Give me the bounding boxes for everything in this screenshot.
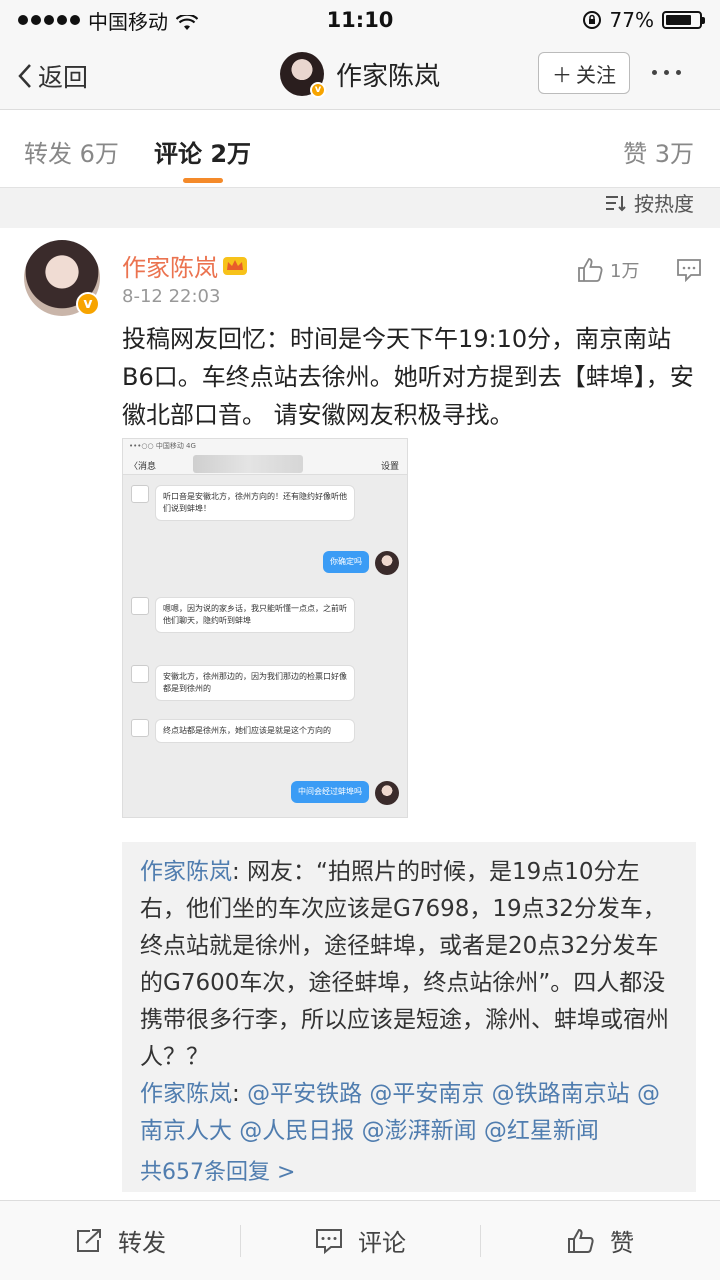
back-button[interactable]: 返回 — [18, 58, 88, 94]
nav-profile[interactable]: v 作家陈岚 — [280, 52, 441, 98]
wifi-icon — [175, 12, 199, 30]
chat-bubble: 嗯嗯，因为说的家乡话，我只能听懂一点点，之前听他们聊天，隐约听到蚌埠 — [155, 597, 355, 633]
rotation-lock-icon — [582, 11, 601, 29]
blurred-contact-name — [193, 455, 303, 473]
repost-button[interactable]: 转发 — [0, 1201, 240, 1280]
repost-icon — [77, 1228, 101, 1252]
chat-message: 安徽北方，徐州那边的，因为我们那边的检票口好像都是到徐州的 — [131, 665, 355, 701]
status-bar: 中国移动 11:10 77% — [0, 0, 720, 40]
chat-message: 嗯嗯，因为说的家乡话，我只能听懂一点点，之前听他们聊天，隐约听到蚌埠 — [131, 597, 355, 633]
chevron-left-icon — [18, 64, 31, 88]
tab-comment[interactable]: 评论 2万 — [154, 134, 251, 169]
battery-percent: 77% — [609, 8, 654, 32]
back-label: 返回 — [38, 63, 89, 92]
chat-avatar — [375, 781, 399, 805]
chat-message: 听口音是安徽北方，徐州方向的！还有隐约好像听他们说到蚌埠！ — [131, 485, 355, 521]
chat-bubble: 听口音是安徽北方，徐州方向的！还有隐约好像听他们说到蚌埠！ — [155, 485, 355, 521]
follow-label: 关注 — [576, 62, 616, 87]
chat-bubble: 终点站都是徐州东，她们应该是就是这个方向的 — [155, 719, 355, 743]
more-options-icon[interactable] — [652, 70, 681, 75]
reply-author[interactable]: 作家陈岚 — [140, 859, 232, 885]
comment-icon — [316, 1228, 342, 1254]
tab-like[interactable]: 赞 3万 — [623, 134, 694, 169]
chat-avatar — [131, 665, 149, 683]
chat-bubble: 安徽北方，徐州那边的，因为我们那边的检票口好像都是到徐州的 — [155, 665, 355, 701]
commenter-name[interactable]: 作家陈岚 — [122, 248, 248, 283]
reply-item: 作家陈岚: @平安铁路 @平安南京 @铁路南京站 @南京人大 @人民日报 @澎湃… — [140, 1076, 678, 1150]
commenter-name-text: 作家陈岚 — [122, 254, 218, 282]
chat-bubble: 你确定吗 — [323, 551, 369, 573]
chat-message: 中间会经过蚌埠吗 — [291, 781, 399, 805]
battery-icon — [662, 11, 705, 29]
chat-bubble: 中间会经过蚌埠吗 — [291, 781, 369, 803]
page-title: 作家陈岚 — [336, 61, 441, 92]
like-label: 赞 — [610, 1229, 634, 1257]
status-time: 11:10 — [326, 8, 394, 32]
comment-text: 投稿网友回忆：时间是今天下午19:10分，南京南站B6口。车终点站去徐州。她听对… — [122, 325, 694, 429]
signal-icon — [18, 15, 80, 25]
reply-icon[interactable] — [676, 258, 702, 282]
weibo-comment-page: 中国移动 11:10 77% 返回 v 作家陈岚 ＋ 关注 转发 6万 评论 2… — [0, 0, 720, 1280]
chat-avatar — [131, 719, 149, 737]
sort-icon — [606, 195, 626, 211]
sort-row: 按热度 — [0, 188, 720, 228]
reply-thread[interactable]: 作家陈岚: 网友：“拍照片的时候，是19点10分左右，他们坐的车次应该是G769… — [122, 842, 696, 1192]
comment-button[interactable]: 评论 — [240, 1201, 480, 1280]
chat-message: 终点站都是徐州东，她们应该是就是这个方向的 — [131, 719, 355, 743]
thumbs-up-icon — [578, 258, 603, 282]
chat-avatar — [131, 597, 149, 615]
reply-text: : 网友：“拍照片的时候，是19点10分左右，他们坐的车次应该是G7698，19… — [140, 859, 669, 1070]
like-button[interactable]: 赞 — [480, 1201, 720, 1280]
reply-author[interactable]: 作家陈岚 — [140, 1081, 232, 1107]
chat-body: 听口音是安徽北方，徐州方向的！还有隐约好像听他们说到蚌埠！ 你确定吗 嗯嗯，因为… — [123, 475, 407, 817]
plus-icon: ＋ — [552, 62, 572, 87]
tab-bar: 转发 6万 评论 2万 赞 3万 — [0, 110, 720, 188]
tab-repost[interactable]: 转发 6万 — [24, 134, 119, 169]
avatar: v — [280, 52, 326, 98]
chat-avatar — [131, 485, 149, 503]
chat-nav-bar: 〈消息 设置 — [123, 453, 407, 475]
carrier-name: 中国移动 — [88, 9, 168, 34]
crown-icon — [223, 256, 247, 275]
repost-label: 转发 — [118, 1229, 166, 1257]
sort-by-hot-button[interactable]: 按热度 — [604, 188, 694, 217]
more-replies-link[interactable]: 共657条回复 > — [140, 1154, 678, 1186]
verified-badge-icon: v — [310, 82, 326, 98]
follow-button[interactable]: ＋ 关注 — [538, 52, 630, 94]
active-tab-indicator — [183, 178, 223, 183]
verified-badge-icon: v — [76, 292, 100, 316]
chat-avatar — [375, 551, 399, 575]
chat-status-bar: •••○○ 中国移动 4G — [123, 439, 407, 453]
chat-settings-label: 设置 — [380, 462, 399, 472]
chat-screenshot-image[interactable]: •••○○ 中国移动 4G 〈消息 设置 听口音是安徽北方，徐州方向的！还有隐约… — [122, 438, 408, 818]
comment-like-count: 1万 — [610, 261, 640, 282]
chat-back-label: 〈消息 — [129, 462, 157, 472]
navigation-bar: 返回 v 作家陈岚 ＋ 关注 — [0, 40, 720, 110]
sort-label: 按热度 — [634, 192, 694, 216]
bottom-toolbar: 转发 评论 赞 — [0, 1200, 720, 1280]
comment-like-button[interactable]: 1万 — [576, 256, 639, 284]
comment-label: 评论 — [358, 1229, 406, 1257]
reply-text: : — [232, 1081, 248, 1107]
chat-message: 你确定吗 — [323, 551, 399, 575]
reply-item: 作家陈岚: 网友：“拍照片的时候，是19点10分左右，他们坐的车次应该是G769… — [140, 854, 678, 1076]
comment-time: 8-12 22:03 — [122, 286, 221, 307]
comment-item: v 作家陈岚 8-12 22:03 1万 投稿网友回忆：时间是今天下午19:10… — [0, 228, 720, 1200]
thumbs-up-icon — [568, 1228, 594, 1253]
commenter-avatar[interactable]: v — [24, 240, 100, 316]
